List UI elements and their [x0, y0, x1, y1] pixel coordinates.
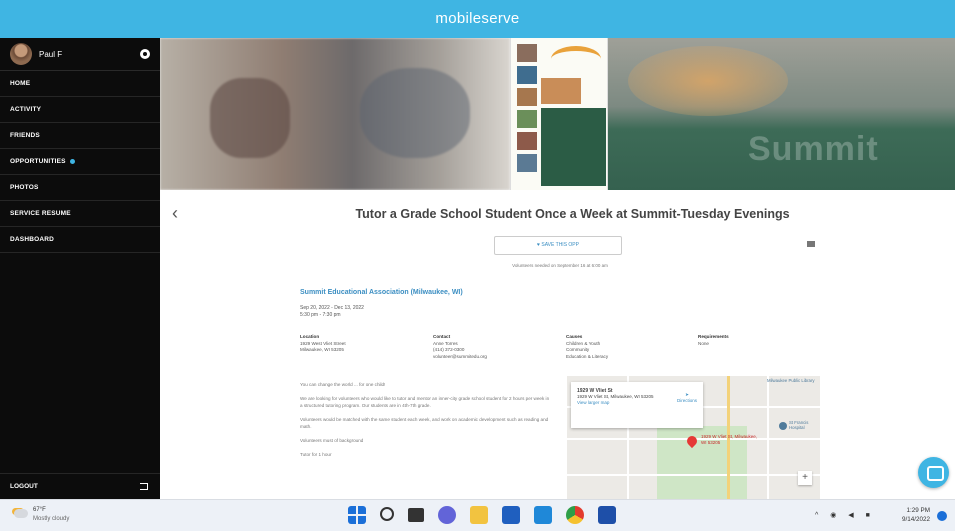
sidebar-item-label: OPPORTUNITIES	[10, 158, 66, 165]
system-tray-icons[interactable]: ^ ◉ ◀ ■	[815, 511, 875, 519]
notification-icon[interactable]	[937, 511, 947, 521]
causes-column: Causes Children & Youth Community Educat…	[566, 334, 608, 360]
description-paragraph: Volunteers must of background	[300, 438, 364, 443]
logout-icon	[140, 483, 148, 490]
weather-cloud-icon[interactable]	[14, 509, 28, 518]
map-poi2-label: St Francis Hospital	[789, 420, 809, 430]
avatar[interactable]	[10, 43, 32, 65]
sidebar-item-service-resume[interactable]: SERVICE RESUME	[0, 201, 160, 227]
directions-label: Directions	[676, 398, 697, 403]
mobileserve-app: mobileserve Paul F HOME ACTIVITY FRIENDS…	[0, 0, 955, 499]
description-paragraph: Tutor for 1 hour	[300, 452, 332, 457]
banner-image: Summit	[160, 38, 955, 190]
organization-link[interactable]: Summit Educational Association (Milwauke…	[300, 289, 463, 296]
sidebar-item-home[interactable]: HOME	[0, 71, 160, 97]
requirements-column: Requirements None	[698, 334, 729, 347]
teams-chat-icon[interactable]	[438, 506, 456, 524]
contact-email-link[interactable]: volunteer@summitedu.org	[433, 354, 487, 361]
logout-label: LOGOUT	[10, 482, 38, 490]
banner-photo-students	[160, 38, 510, 190]
app-header: mobileserve	[0, 0, 955, 38]
profile-name[interactable]: Paul F	[39, 50, 140, 59]
flyer-green-panel	[541, 108, 606, 186]
time-range: 5:30 pm - 7:30 pm	[300, 312, 341, 318]
sidebar-item-dashboard[interactable]: DASHBOARD	[0, 227, 160, 253]
windows-start-icon[interactable]	[348, 506, 366, 524]
summit-logo-icon	[551, 46, 601, 72]
description-paragraph: Volunteers would be matched with the sam…	[300, 417, 549, 429]
gear-icon[interactable]	[140, 49, 150, 59]
contact-column: Contact Anne Torres (414) 372-0300 volun…	[433, 334, 487, 360]
map-poi-pin-icon	[779, 422, 787, 430]
sidebar-item-photos[interactable]: PHOTOS	[0, 175, 160, 201]
date-range: Sep 20, 2022 - Dec 13, 2022	[300, 305, 364, 311]
sidebar-item-label: HOME	[10, 80, 31, 87]
summit-flyer-image	[510, 38, 608, 190]
taskbar-clock[interactable]: 1:29 PM 9/14/2022	[896, 506, 930, 524]
taskbar-apps	[348, 506, 616, 524]
logout-button[interactable]: LOGOUT	[0, 473, 160, 499]
description-paragraph: We are looking for volunteers who would …	[300, 396, 550, 408]
sidebar-item-label: SERVICE RESUME	[10, 210, 71, 217]
task-view-icon[interactable]	[408, 508, 424, 522]
cause-line: Education & Literacy	[566, 353, 609, 359]
chat-bubble-button[interactable]	[918, 457, 949, 488]
map-poi-label: Milwaukee Public Library	[767, 378, 815, 383]
description-paragraph: You can change the world ... for one chi…	[300, 382, 386, 387]
word-icon[interactable]	[598, 506, 616, 524]
volunteer-note: Volunteers needed on September 16 at 6:0…	[512, 263, 608, 268]
map-pin-label: 1929 W Vliet St, Milwaukee, WI 53205	[701, 434, 758, 445]
directions-button[interactable]: ➤ Directions	[677, 392, 697, 404]
sidebar-item-activity[interactable]: ACTIVITY	[0, 97, 160, 123]
sidebar-item-label: ACTIVITY	[10, 106, 42, 113]
map-zoom-in-button[interactable]: +	[798, 471, 812, 485]
opportunity-detail: ‹ Tutor a Grade School Student Once a We…	[160, 190, 955, 499]
opportunity-description: You can change the world ... for one chi…	[300, 381, 550, 465]
mail-icon[interactable]	[534, 506, 552, 524]
sidebar-item-label: FRIENDS	[10, 132, 40, 139]
file-explorer-icon[interactable]	[470, 506, 488, 524]
weather-widget[interactable]: 67°F Mostly cloudy	[33, 506, 69, 524]
clock-time: 1:29 PM	[906, 507, 930, 514]
location-map[interactable]: Milwaukee Public Library St Francis Hosp…	[567, 376, 820, 499]
active-dot-icon	[69, 158, 75, 164]
banner-photo-summit: Summit	[608, 38, 955, 190]
clock-date: 9/14/2022	[901, 516, 930, 523]
requirement-line: None	[698, 340, 709, 346]
search-icon[interactable]	[380, 507, 394, 521]
location-line: Milwaukee, WI 53205	[300, 347, 344, 352]
sidebar: Paul F HOME ACTIVITY FRIENDS OPPORTUNITI…	[0, 38, 160, 499]
location-column: Location 1929 West Vliet Street Milwauke…	[300, 334, 346, 354]
windows-taskbar: 67°F Mostly cloudy ^ ◉ ◀ ■ 1:29 PM 9/14/…	[0, 499, 955, 531]
banner-summit-word: Summit	[748, 130, 879, 168]
opportunity-dates: Sep 20, 2022 - Dec 13, 2022 5:30 pm - 7:…	[300, 305, 364, 319]
store-icon[interactable]	[502, 506, 520, 524]
weather-desc: Mostly cloudy	[33, 516, 70, 522]
sidebar-item-label: PHOTOS	[10, 184, 39, 191]
page-title: Tutor a Grade School Student Once a Week…	[355, 207, 790, 221]
chrome-icon[interactable]	[566, 506, 584, 524]
save-opportunity-button[interactable]: ♥ SAVE THIS OPP	[494, 236, 622, 255]
sidebar-item-friends[interactable]: FRIENDS	[0, 123, 160, 149]
weather-temp: 67°F	[33, 507, 46, 513]
map-info-card: 1929 W Vliet St 1929 W Vliet St, Milwauk…	[571, 382, 703, 428]
app-title: mobileserve	[435, 10, 520, 27]
flag-icon[interactable]	[807, 241, 815, 247]
requirements-heading: Requirements	[698, 334, 729, 339]
profile-row[interactable]: Paul F	[0, 38, 160, 71]
sidebar-item-label: DASHBOARD	[10, 236, 55, 243]
sidebar-item-opportunities[interactable]: OPPORTUNITIES	[0, 149, 160, 175]
